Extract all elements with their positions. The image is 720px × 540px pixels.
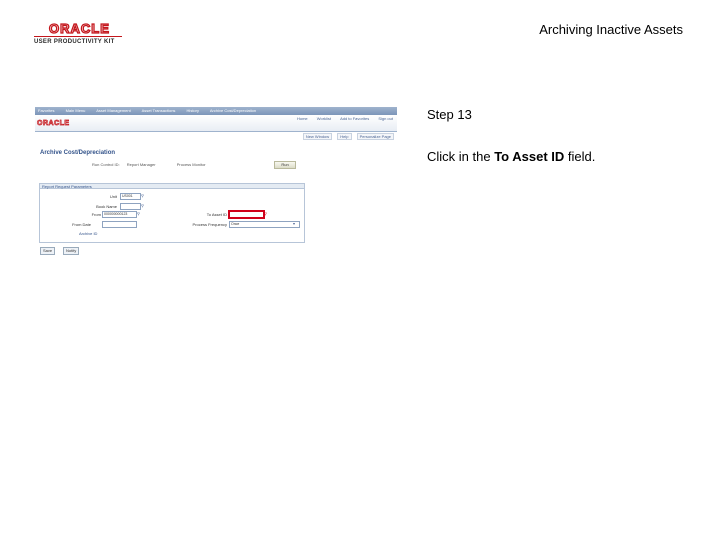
crumb-favorites[interactable]: Favorites: [38, 108, 54, 113]
report-manager-link[interactable]: Report Manager: [127, 162, 156, 167]
step-instruction: Click in the To Asset ID field.: [427, 149, 595, 164]
new-window-link[interactable]: New Window: [302, 133, 333, 140]
unit-label: Unit: [109, 194, 117, 199]
oracle-upk-logo: ORACLE USER PRODUCTIVITY KIT: [34, 21, 124, 48]
from-date-field[interactable]: [102, 221, 137, 228]
help-link[interactable]: Help: [337, 133, 352, 140]
step-screenshot: Favorites Main Menu Asset Management Ass…: [35, 107, 397, 257]
run-control-row: Run Control ID: Report Manager Process M…: [92, 162, 212, 167]
page-title: Archive Cost/Depreciation: [40, 150, 116, 156]
from-asset-lookup-icon[interactable]: ⚲: [137, 211, 140, 216]
instruction-field-name: To Asset ID: [494, 149, 565, 164]
unit-lookup-icon[interactable]: ⚲: [141, 193, 144, 198]
nav-worklist[interactable]: Worklist: [317, 116, 331, 121]
peoplesoft-menu-bar: Favorites Main Menu Asset Management Ass…: [35, 107, 397, 115]
to-asset-field[interactable]: [228, 210, 265, 219]
process-frequency-select[interactable]: Once: [229, 221, 300, 228]
to-asset-lookup-icon[interactable]: ⚲: [264, 211, 267, 216]
book-label: Book Name: [96, 204, 117, 209]
crumb-main-menu[interactable]: Main Menu: [66, 108, 86, 113]
process-monitor-link[interactable]: Process Monitor: [177, 162, 206, 167]
unit-field[interactable]: US001: [120, 193, 141, 200]
nav-home[interactable]: Home: [297, 116, 308, 121]
book-field[interactable]: [120, 203, 141, 210]
from-asset-field[interactable]: 000000000123: [102, 211, 137, 218]
nav-add-favorites[interactable]: Add to Favorites: [340, 116, 369, 121]
crumb-history[interactable]: History: [187, 108, 199, 113]
chevron-down-icon[interactable]: ▾: [293, 221, 295, 226]
document-title: Archiving Inactive Assets: [539, 22, 683, 37]
breadcrumb: Favorites Main Menu Asset Management Ass…: [38, 108, 266, 113]
upk-tagline: USER PRODUCTIVITY KIT: [34, 39, 115, 45]
personalize-link[interactable]: Personalize Page: [356, 133, 394, 140]
process-frequency-label: Process Frequency: [192, 222, 227, 227]
nav-sign-out[interactable]: Sign out: [378, 116, 393, 121]
instruction-prefix: Click in the: [427, 149, 495, 164]
logo-divider: [34, 36, 122, 37]
from-date-label: From Date: [72, 222, 91, 227]
run-button[interactable]: Run: [274, 161, 296, 169]
crumb-archive[interactable]: Archive Cost/Depreciation: [210, 108, 256, 113]
page-toolbar: New Window Help Personalize Page: [299, 133, 394, 140]
instruction-suffix: field.: [564, 149, 596, 164]
peoplesoft-header: ORACLE Home Worklist Add to Favorites Si…: [35, 115, 397, 132]
oracle-wordmark: ORACLE: [48, 21, 110, 36]
save-button[interactable]: Save: [40, 247, 56, 255]
peoplesoft-oracle-logo: ORACLE: [37, 120, 70, 128]
header-nav: Home Worklist Add to Favorites Sign out: [289, 116, 393, 121]
to-asset-label: To Asset ID: [206, 212, 227, 217]
step-number: Step 13: [427, 107, 472, 122]
book-lookup-icon[interactable]: ⚲: [141, 203, 144, 208]
run-control-label: Run Control ID:: [92, 162, 120, 167]
crumb-asset-management[interactable]: Asset Management: [96, 108, 130, 113]
archive-id-label: Archive ID: [79, 231, 98, 236]
crumb-asset-transactions[interactable]: Asset Transactions: [142, 108, 176, 113]
notify-button[interactable]: Notify: [63, 247, 80, 255]
